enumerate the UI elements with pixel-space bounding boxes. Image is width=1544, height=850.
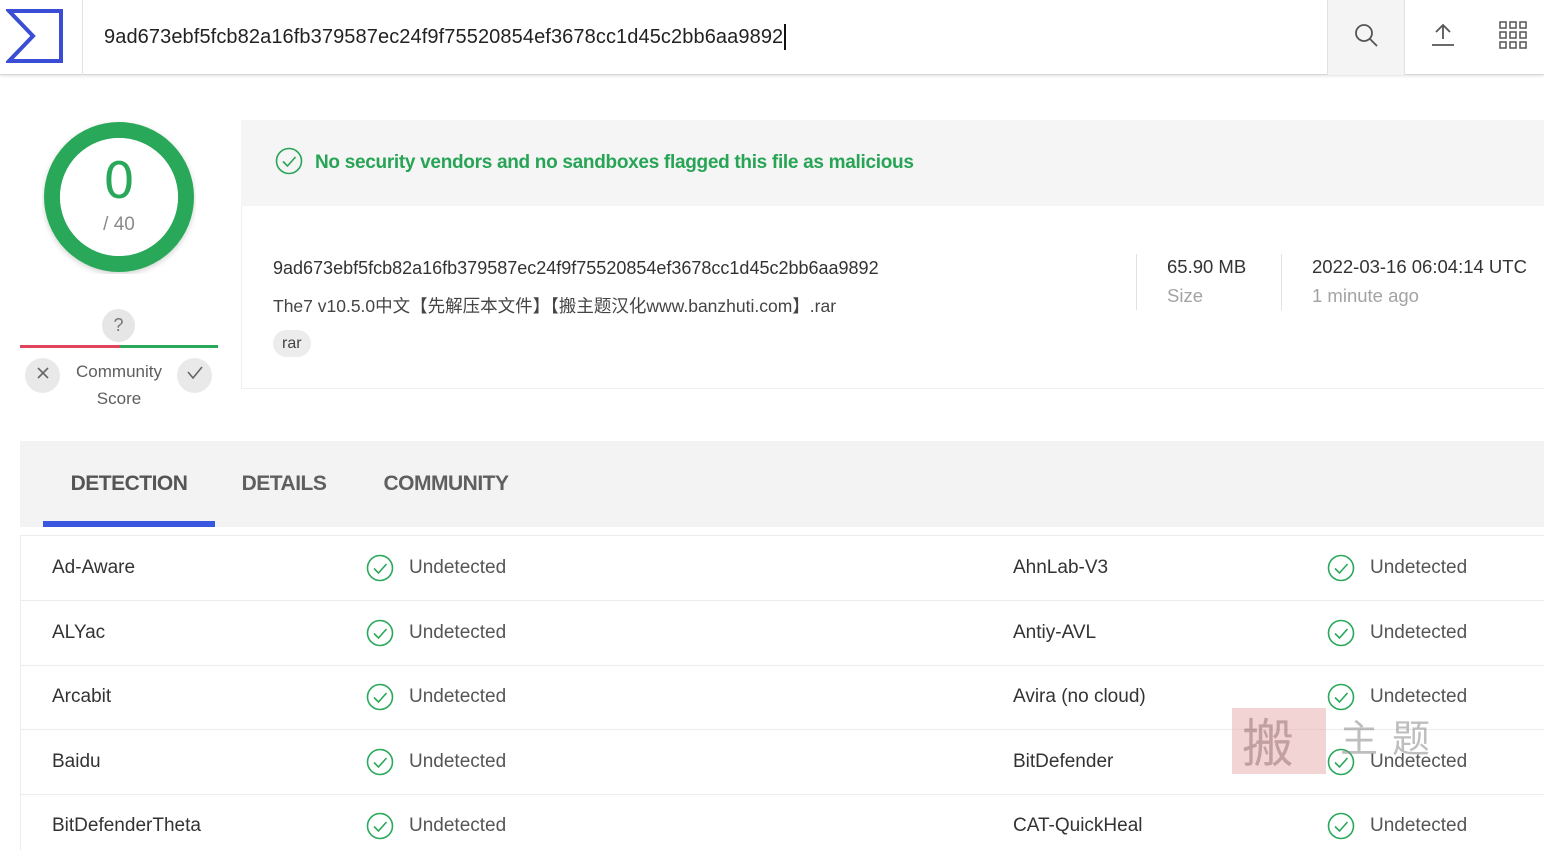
report-tabs: DETECTION DETAILS COMMUNITY xyxy=(20,441,1544,527)
vendor-name: Avira (no cloud) xyxy=(1013,686,1146,707)
vendor-name: ALYac xyxy=(52,622,106,643)
community-score-bar-positive xyxy=(120,345,218,348)
check-circle-icon xyxy=(366,683,394,711)
search-input-value[interactable]: 9ad673ebf5fcb82a16fb379587ec24f9f7552085… xyxy=(104,26,783,49)
logo-divider xyxy=(82,0,83,75)
search-icon xyxy=(1353,22,1379,53)
vendor-result-label: Undetected xyxy=(1370,557,1468,578)
vendor-result-label: Undetected xyxy=(409,815,507,836)
file-type-tag[interactable]: rar xyxy=(273,330,311,357)
check-circle-icon xyxy=(1327,748,1355,776)
vendor-result: Undetected xyxy=(1327,601,1467,665)
apps-button[interactable] xyxy=(1481,0,1544,75)
upload-icon xyxy=(1430,22,1456,53)
check-icon xyxy=(186,365,204,386)
vendor-name: CAT-QuickHeal xyxy=(1013,815,1143,836)
vendor-result-label: Undetected xyxy=(1370,815,1468,836)
table-row: BitDefenderTheta Undetected CAT-QuickHea… xyxy=(21,794,1544,850)
check-circle-icon xyxy=(1327,812,1355,840)
vendor-result: Undetected xyxy=(366,794,506,850)
vendor-result-label: Undetected xyxy=(409,557,507,578)
file-size: 65.90 MB xyxy=(1167,256,1247,277)
upload-button[interactable] xyxy=(1405,0,1481,75)
vendor-result: Undetected xyxy=(366,536,506,600)
vendor-name: Antiy-AVL xyxy=(1013,622,1097,643)
check-circle-icon xyxy=(1327,554,1355,582)
file-hash[interactable]: 9ad673ebf5fcb82a16fb379587ec24f9f7552085… xyxy=(273,258,879,279)
table-row: Ad-Aware Undetected AhnLab-V3 Undetected xyxy=(21,536,1544,601)
check-circle-icon xyxy=(366,748,394,776)
vendor-result: Undetected xyxy=(1327,794,1467,850)
info-divider xyxy=(1136,254,1137,310)
vendor-name: Ad-Aware xyxy=(52,557,136,578)
vendor-result: Undetected xyxy=(366,730,506,794)
active-tab-indicator xyxy=(43,521,215,527)
check-circle-icon xyxy=(1327,683,1355,711)
text-caret xyxy=(784,24,787,50)
vendor-name: Baidu xyxy=(52,751,101,772)
vendor-name: BitDefenderTheta xyxy=(52,815,201,836)
tab-detection[interactable]: DETECTION xyxy=(43,441,215,527)
community-score-label: Community Score xyxy=(76,362,162,408)
vendor-name: AhnLab-V3 xyxy=(1013,557,1109,578)
vendor-result: Undetected xyxy=(1327,730,1467,794)
vendor-name: BitDefender xyxy=(1013,751,1114,772)
top-bar: 9ad673ebf5fcb82a16fb379587ec24f9f7552085… xyxy=(0,0,1544,75)
table-row: ALYac Undetected Antiy-AVL Undetected xyxy=(21,601,1544,666)
vendor-result-label: Undetected xyxy=(1370,622,1468,643)
virustotal-logo[interactable] xyxy=(4,8,64,64)
check-circle-icon xyxy=(366,554,394,582)
analysis-date: 2022-03-16 06:04:14 UTC xyxy=(1312,256,1527,277)
vendor-name: Arcabit xyxy=(52,686,112,707)
community-score-bar-negative xyxy=(20,345,120,348)
verdict-banner: No security vendors and no sandboxes fla… xyxy=(241,120,1544,206)
apps-grid-icon xyxy=(1498,21,1527,54)
vendor-result: Undetected xyxy=(1327,665,1467,729)
vote-harmless-button[interactable] xyxy=(177,358,212,393)
check-circle-icon xyxy=(366,812,394,840)
detection-table: Ad-Aware Undetected AhnLab-V3 Undetected… xyxy=(20,535,1544,850)
vendor-result-label: Undetected xyxy=(409,622,507,643)
close-icon xyxy=(36,366,50,385)
vendor-result-label: Undetected xyxy=(409,751,507,772)
info-divider xyxy=(1281,254,1282,310)
vendor-result: Undetected xyxy=(366,665,506,729)
search-button[interactable] xyxy=(1327,0,1405,75)
check-circle-icon xyxy=(275,147,303,180)
verdict-text: No security vendors and no sandboxes fla… xyxy=(315,152,914,173)
table-row: Baidu Undetected BitDefender Undetected xyxy=(21,730,1544,795)
file-name: The7 v10.5.0中文【先解压本文件】【搬主题汉化www.banzhuti… xyxy=(273,296,837,316)
vendor-result: Undetected xyxy=(366,601,506,665)
vendor-result-label: Undetected xyxy=(409,686,507,707)
community-score-unknown-icon: ? xyxy=(102,309,135,342)
tab-community[interactable]: COMMUNITY xyxy=(368,441,524,527)
detection-count: 0 xyxy=(103,152,135,210)
search-input[interactable]: 9ad673ebf5fcb82a16fb379587ec24f9f7552085… xyxy=(104,24,787,50)
vote-malicious-button[interactable] xyxy=(25,358,60,393)
vendor-result-label: Undetected xyxy=(1370,751,1468,772)
file-size-label: Size xyxy=(1167,285,1203,306)
file-info-card: 9ad673ebf5fcb82a16fb379587ec24f9f7552085… xyxy=(241,206,1544,389)
tab-details[interactable]: DETAILS xyxy=(230,441,338,527)
check-circle-icon xyxy=(366,619,394,647)
vendor-result: Undetected xyxy=(1327,536,1467,600)
detection-total: / 40 xyxy=(103,214,135,235)
table-row: Arcabit Undetected Avira (no cloud) Unde… xyxy=(21,665,1544,730)
check-circle-icon xyxy=(1327,619,1355,647)
vendor-result-label: Undetected xyxy=(1370,686,1468,707)
analysis-relative-time: 1 minute ago xyxy=(1312,285,1419,306)
